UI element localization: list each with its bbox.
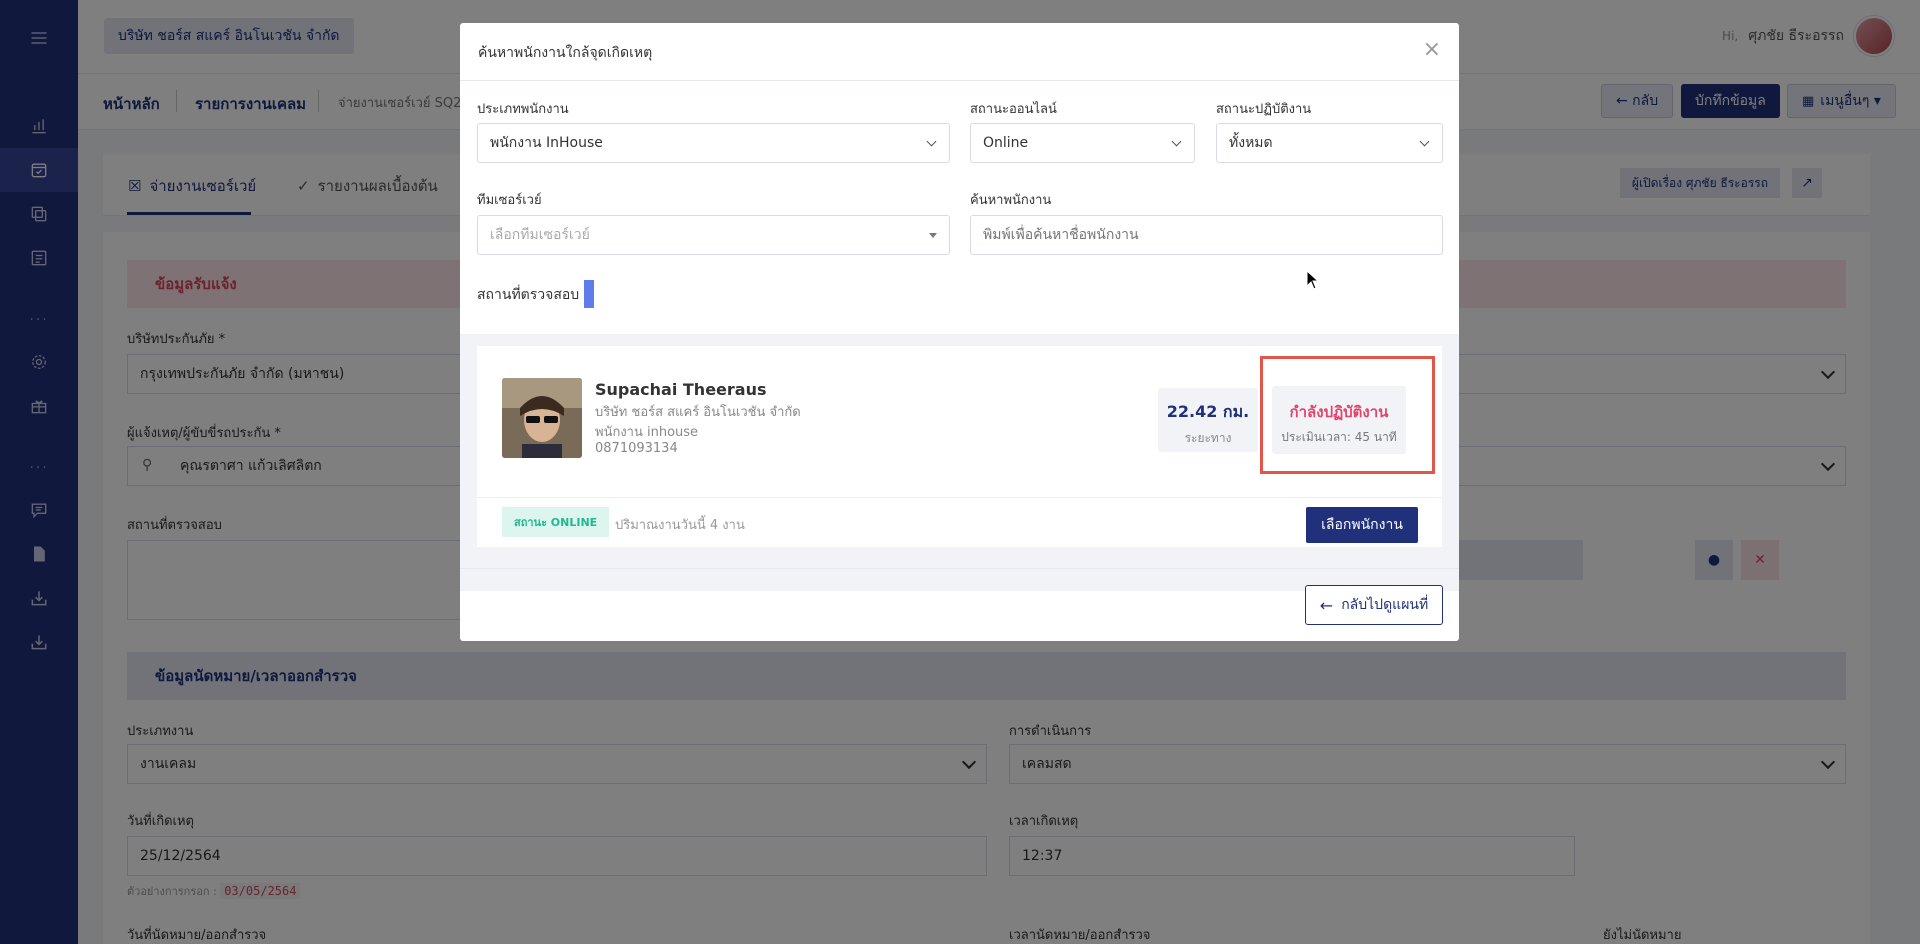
online-status-select[interactable]: Online (970, 123, 1195, 163)
employee-phone: 0871093134 (595, 441, 678, 456)
nearby-employee-modal: ค้นหาพนักงานใกล้จุดเกิดเหตุ × ประเภทพนัก… (460, 23, 1459, 641)
modal-footer-divider (460, 568, 1459, 569)
online-status-value: Online (983, 135, 1029, 151)
distance-label: ระยะทาง (1184, 431, 1232, 445)
employee-type: พนักงาน inhouse (595, 425, 699, 440)
survey-team-select[interactable]: เลือกทีมเซอร์เวย์ (477, 215, 950, 255)
employee-search-input[interactable] (970, 215, 1443, 255)
distance-value: 22.42 กม. (1166, 402, 1250, 421)
inspection-location-label: สถานที่ตรวจสอบ : (477, 287, 589, 303)
employee-photo (502, 378, 582, 458)
caret-down-icon (929, 233, 937, 238)
employee-results-area: Supachai Theeraus บริษัท ชอร์ส สแคร์ อิน… (460, 334, 1459, 591)
back-to-map-button[interactable]: ← กลับไปดูแผนที่ (1305, 585, 1443, 625)
card-divider (477, 497, 1442, 498)
employee-card: Supachai Theeraus บริษัท ชอร์ส สแคร์ อิน… (477, 346, 1442, 547)
chevron-down-icon (926, 136, 937, 147)
back-to-map-label: กลับไปดูแผนที่ (1341, 597, 1429, 613)
arrow-left-icon: ← (1319, 595, 1334, 615)
online-status-badge: สถานะ ONLINE (502, 507, 610, 537)
chevron-down-icon (1419, 136, 1430, 147)
employee-type-label: ประเภทพนักงาน (477, 102, 569, 117)
work-status-value: ทั้งหมด (1229, 135, 1273, 151)
work-status-label: สถานะปฏิบัติงาน (1216, 102, 1312, 117)
employee-search-label: ค้นหาพนักงาน (970, 193, 1052, 208)
modal-title: ค้นหาพนักงานใกล้จุดเกิดเหตุ (478, 45, 653, 61)
employee-company: บริษัท ชอร์ส สแคร์ อินโนเวชัน จำกัด (595, 405, 801, 420)
employee-type-select[interactable]: พนักงาน InHouse (477, 123, 950, 163)
select-employee-button[interactable]: เลือกพนักงาน (1306, 507, 1418, 543)
distance-box: 22.42 กม. ระยะทาง (1158, 388, 1258, 452)
chevron-down-icon (1171, 136, 1182, 147)
highlight-frame (1260, 356, 1435, 474)
mouse-cursor-icon (1306, 270, 1320, 290)
text-cursor-marker (584, 280, 594, 308)
employee-type-value: พนักงาน InHouse (490, 135, 603, 151)
employee-name: Supachai Theeraus (595, 380, 767, 399)
survey-team-placeholder: เลือกทีมเซอร์เวย์ (490, 227, 590, 243)
workload-text: ปริมาณงานวันนี้ 4 งาน (615, 518, 745, 533)
close-icon[interactable]: × (1423, 39, 1441, 61)
modal-header: ค้นหาพนักงานใกล้จุดเกิดเหตุ × (460, 23, 1459, 81)
survey-team-label: ทีมเซอร์เวย์ (477, 193, 542, 208)
online-status-label: สถานะออนไลน์ (970, 102, 1057, 117)
work-status-select[interactable]: ทั้งหมด (1216, 123, 1443, 163)
